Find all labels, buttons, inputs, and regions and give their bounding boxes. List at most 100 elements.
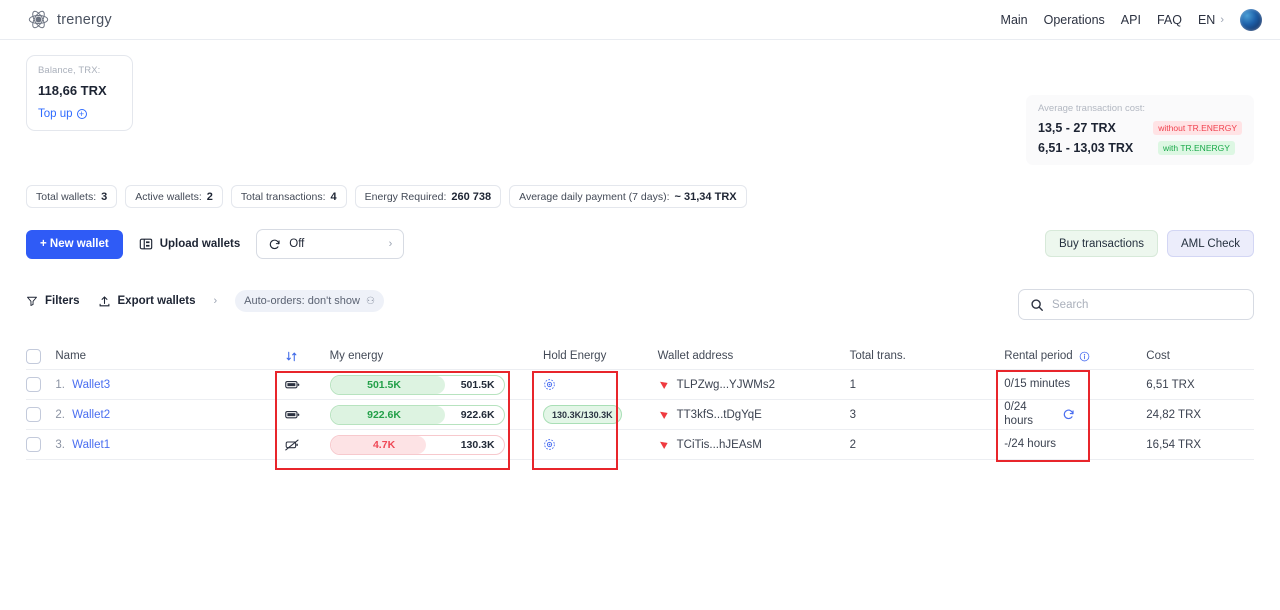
rental-period-label: Rental period	[1004, 350, 1073, 362]
tron-icon	[658, 379, 670, 391]
hold-energy-badge[interactable]: 130.3K/130.3K	[543, 405, 622, 424]
refresh-icon	[268, 238, 281, 251]
energy-status-cell	[284, 379, 330, 390]
column-header-sort[interactable]	[285, 350, 330, 363]
wallet-name-link[interactable]: Wallet1	[72, 439, 110, 451]
stat-value: 2	[206, 190, 213, 203]
rental-period-cell: -/24 hours	[1004, 438, 1146, 451]
wallet-address-cell: TLPZwg...YJWMs2	[658, 379, 850, 391]
auto-orders-chip[interactable]: Auto-orders: don't show ⚇	[235, 290, 384, 312]
row-checkbox[interactable]	[26, 377, 41, 392]
language-selector[interactable]: EN ›	[1198, 13, 1224, 27]
table-row[interactable]: 3. Wallet1 4.7K 130.3K TCiTis...hJEAsM 2…	[26, 429, 1254, 459]
energy-used: 922.6K	[367, 408, 401, 421]
wallet-name-link[interactable]: Wallet2	[72, 409, 110, 421]
wallet-name-link[interactable]: Wallet3	[72, 379, 110, 391]
buy-transactions-button[interactable]: Buy transactions	[1044, 230, 1158, 257]
chevron-right-icon[interactable]: ›	[213, 295, 217, 307]
wallet-address-text[interactable]: TCiTis...hJEAsM	[677, 439, 762, 451]
avg-cost-title: Average transaction cost:	[1038, 103, 1146, 114]
filters-label: Filters	[45, 295, 80, 307]
cost-cell: 6,51 TRX	[1146, 378, 1195, 391]
stat-label: Total wallets:	[36, 190, 97, 203]
chevron-right-icon: ›	[1220, 13, 1224, 26]
search-box[interactable]	[1018, 289, 1254, 320]
tron-icon	[658, 409, 670, 421]
table-row[interactable]: 1. Wallet3 501.5K 501.5K TLPZwg...YJWMs2…	[26, 369, 1254, 399]
nav-item-operations[interactable]: Operations	[1044, 13, 1105, 27]
column-header-name[interactable]: Name	[55, 350, 284, 362]
funnel-icon	[26, 295, 38, 307]
hold-energy-icon[interactable]	[543, 378, 556, 391]
status-badge-without: without TR.ENERGY	[1153, 121, 1242, 135]
new-wallet-button[interactable]: + New wallet	[26, 229, 123, 259]
column-header-rental-period[interactable]: Rental period	[1004, 350, 1146, 362]
auto-renew-label: Off	[289, 238, 305, 250]
stat-value: 4	[330, 190, 337, 203]
row-checkbox[interactable]	[26, 407, 41, 422]
avatar[interactable]	[1240, 8, 1262, 31]
my-energy-cell: 4.7K 130.3K	[329, 434, 543, 455]
stat-value: ~ 31,34 TRX	[674, 190, 737, 203]
logo[interactable]: trenergy	[28, 9, 112, 30]
nav-item-faq[interactable]: FAQ	[1157, 13, 1182, 27]
sort-icon[interactable]	[285, 350, 298, 363]
nav-item-main[interactable]: Main	[1001, 13, 1028, 27]
stats-chips: Total wallets: 3 Active wallets: 2 Total…	[26, 185, 747, 208]
battery-off-icon	[284, 439, 300, 451]
stat-label: Active wallets:	[135, 190, 202, 203]
column-header-wallet-address[interactable]: Wallet address	[658, 350, 850, 362]
wallet-address-text[interactable]: TLPZwg...YJWMs2	[677, 379, 775, 391]
energy-used: 4.7K	[372, 438, 396, 451]
table-row[interactable]: 2. Wallet2 922.6K 922.6K 130.3K/130.3K T…	[26, 399, 1254, 429]
upload-grid-icon	[139, 237, 153, 251]
row-select-cell	[26, 377, 55, 392]
refresh-icon[interactable]	[1062, 408, 1075, 421]
rental-period-cell: 0/24 hours	[1004, 401, 1146, 427]
auto-renew-toggle[interactable]: Off ›	[256, 229, 405, 259]
wallet-address-text[interactable]: TT3kfS...tDgYqE	[677, 409, 762, 421]
energy-used: 501.5K	[367, 378, 401, 391]
avg-cost-row: 6,51 - 13,03 TRX with TR.ENERGY	[1038, 141, 1242, 155]
aml-check-button[interactable]: AML Check	[1166, 230, 1254, 257]
column-header-cost[interactable]: Cost	[1146, 350, 1254, 362]
stat-chip-average-daily-payment: Average daily payment (7 days): ~ 31,34 …	[509, 185, 747, 208]
hold-energy-cell: 130.3K/130.3K	[543, 405, 658, 424]
rental-period-text: 0/24 hours	[1004, 401, 1034, 427]
filters-button[interactable]: Filters	[26, 295, 80, 307]
upload-wallets-button[interactable]: Upload wallets	[133, 230, 247, 259]
nav-links: Main Operations API FAQ EN ›	[1001, 8, 1262, 31]
column-header-my-energy[interactable]: My energy	[330, 350, 543, 362]
stat-label: Total transactions:	[240, 190, 326, 203]
battery-icon	[284, 379, 300, 390]
info-icon[interactable]	[1079, 351, 1090, 362]
avg-cost-without-amount: 13,5 - 27 TRX	[1038, 121, 1116, 135]
rental-period-cell: 0/15 minutes	[1004, 378, 1146, 391]
hold-energy-icon[interactable]	[543, 438, 556, 451]
row-index: 2.	[55, 408, 65, 421]
search-input[interactable]	[1052, 298, 1242, 311]
avg-cost-with-amount: 6,51 - 13,03 TRX	[1038, 141, 1134, 155]
energy-bar: 922.6K 922.6K	[329, 404, 505, 425]
export-wallets-button[interactable]: Export wallets	[98, 295, 195, 308]
search-icon	[1030, 298, 1044, 312]
balance-value: 118,66 TRX	[38, 83, 107, 98]
wallet-name-cell: 2. Wallet2	[55, 409, 284, 421]
column-header-hold-energy[interactable]: Hold Energy	[543, 350, 658, 362]
my-energy-cell: 922.6K 922.6K	[329, 404, 543, 425]
tron-icon	[658, 439, 670, 451]
row-select-cell	[26, 437, 55, 452]
balance-card: Balance, TRX: 118,66 TRX Top up +	[26, 55, 133, 131]
cost-cell: 16,54 TRX	[1146, 438, 1202, 451]
plus-circle-icon: +	[76, 109, 87, 119]
top-up-button[interactable]: Top up +	[38, 108, 121, 120]
nav-item-api[interactable]: API	[1121, 13, 1141, 27]
column-header-total-trans[interactable]: Total trans.	[850, 350, 1005, 362]
row-index: 1.	[55, 378, 65, 391]
wallet-address-cell: TCiTis...hJEAsM	[658, 439, 850, 451]
total-trans-cell: 1	[849, 378, 856, 391]
select-all-checkbox[interactable]	[26, 348, 41, 364]
row-checkbox[interactable]	[26, 437, 41, 452]
energy-bar: 4.7K 130.3K	[329, 434, 505, 455]
close-circle-icon[interactable]: ⚇	[366, 296, 375, 307]
